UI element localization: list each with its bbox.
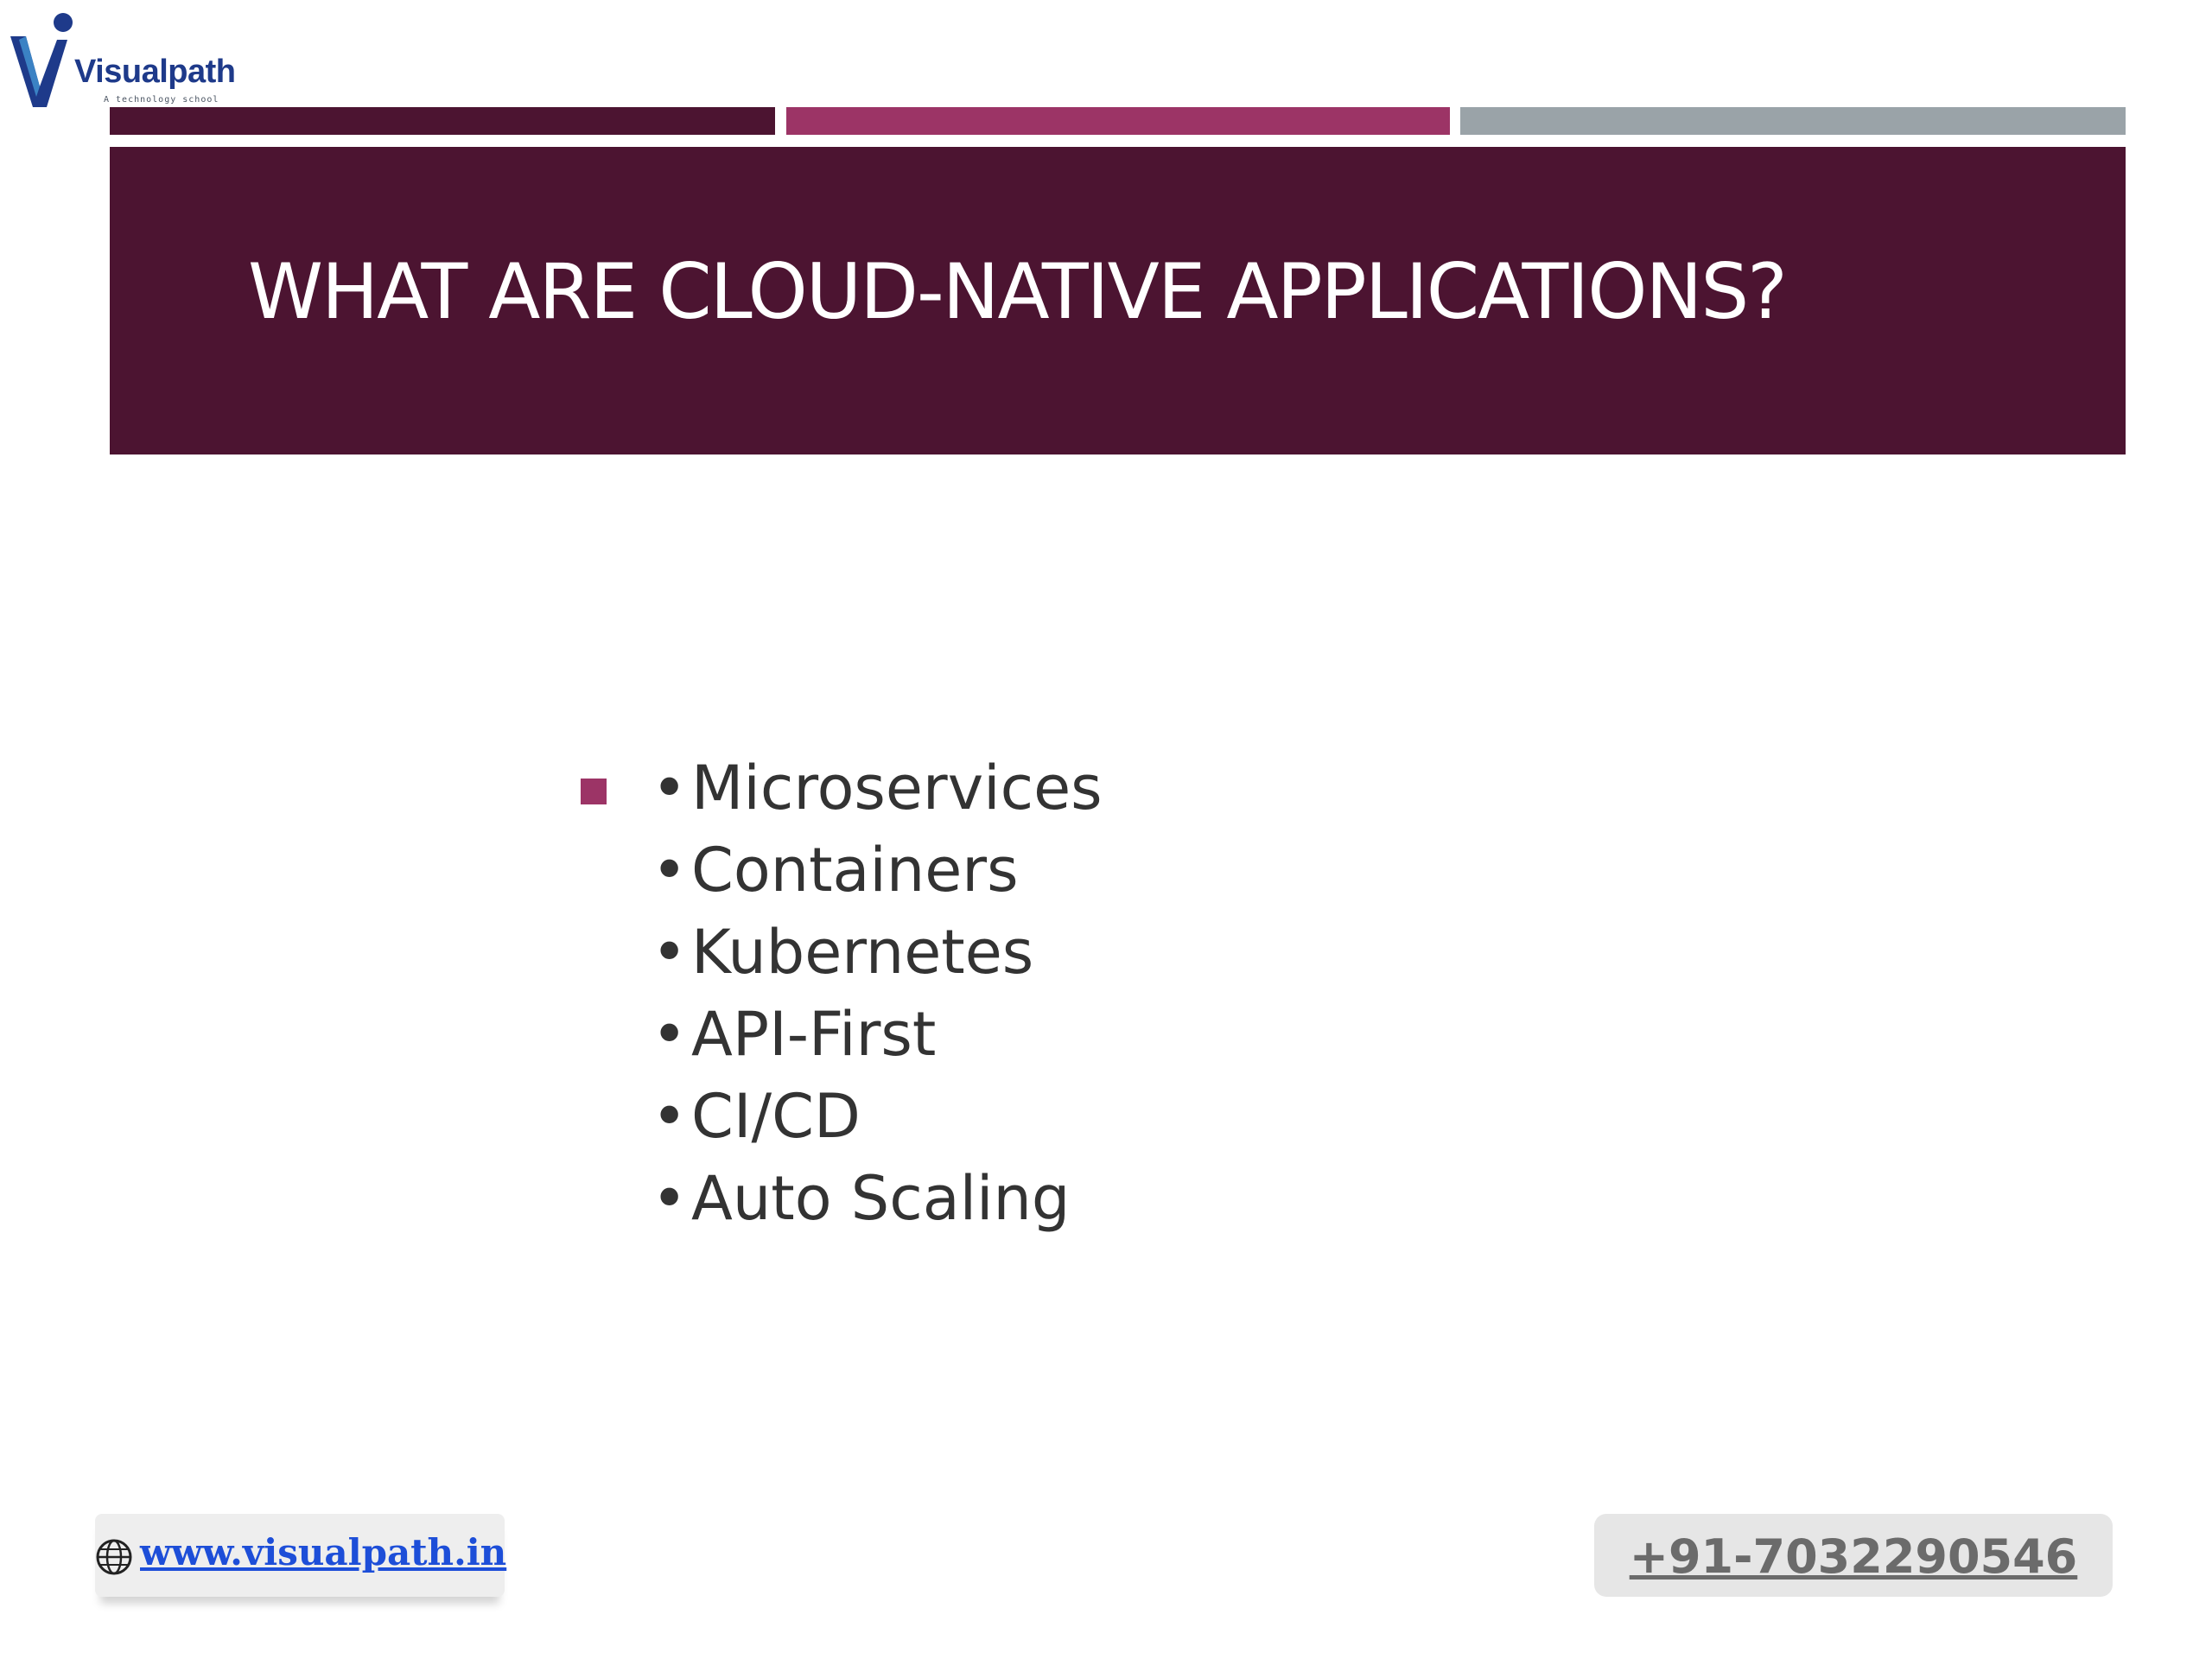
list-item: •Kubernetes — [652, 912, 1103, 994]
bullet-dot: • — [652, 835, 688, 906]
list-item-text: Containers — [691, 835, 1019, 906]
logo-tagline: A technology school — [104, 95, 219, 105]
bullet-list: •Microservices •Containers •Kubernetes •… — [652, 747, 1103, 1240]
list-item: •CI/CD — [652, 1076, 1103, 1158]
website-badge: www.visualpath.in — [95, 1514, 506, 1597]
list-item: •Microservices — [652, 747, 1103, 830]
list-item-text: Microservices — [691, 753, 1103, 823]
logo-name: Visualpath — [74, 54, 236, 90]
list-item: •Auto Scaling — [652, 1158, 1103, 1240]
list-item-text: API-First — [691, 999, 937, 1070]
bullet-dot: • — [652, 999, 688, 1070]
accent-bar-dark — [110, 107, 775, 135]
list-item-text: Kubernetes — [691, 917, 1034, 988]
square-bullet-icon — [581, 779, 607, 804]
website-link[interactable]: www.visualpath.in — [140, 1531, 506, 1573]
bullet-dot: • — [652, 1081, 688, 1152]
phone-badge: +91-7032290546 — [1594, 1514, 2113, 1597]
visualpath-v-logo-icon — [10, 13, 73, 107]
list-item-text: Auto Scaling — [691, 1163, 1071, 1234]
list-item: •API-First — [652, 994, 1103, 1076]
accent-bar-magenta — [786, 107, 1450, 135]
bullet-dot: • — [652, 753, 688, 823]
visualpath-logo[interactable]: Visualpath A technology school — [7, 10, 275, 114]
globe-icon — [96, 1539, 132, 1575]
list-item-text: CI/CD — [691, 1081, 861, 1152]
slide: Visualpath A technology school WHAT ARE … — [0, 0, 2212, 1659]
phone-link[interactable]: +91-7032290546 — [1594, 1529, 2113, 1584]
accent-bar-gray — [1460, 107, 2126, 135]
slide-title: WHAT ARE CLOUD-NATIVE APPLICATIONS? — [248, 247, 1788, 336]
list-item: •Containers — [652, 830, 1103, 912]
bullet-dot: • — [652, 917, 688, 988]
title-band: WHAT ARE CLOUD-NATIVE APPLICATIONS? — [110, 147, 2126, 454]
bullet-dot: • — [652, 1163, 688, 1234]
